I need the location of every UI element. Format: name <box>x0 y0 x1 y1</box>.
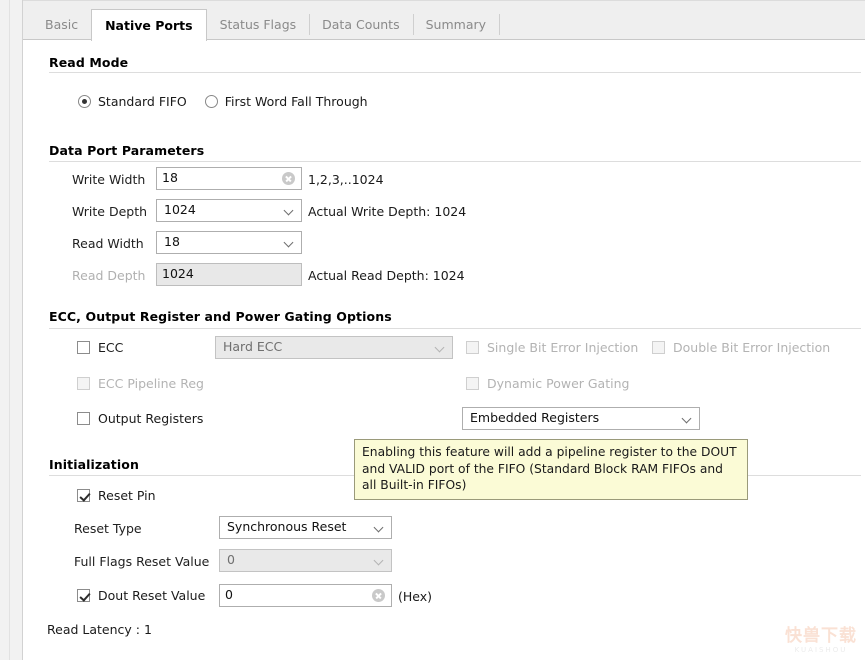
select-output-register-type[interactable]: Embedded Registers <box>462 407 700 430</box>
section-title-ecc-options: ECC, Output Register and Power Gating Op… <box>49 309 392 324</box>
tab-label: Status Flags <box>220 17 297 32</box>
tooltip-output-registers: Enabling this feature will add a pipelin… <box>354 439 748 500</box>
checkbox-row-dout-reset-value[interactable]: Dout Reset Value <box>77 588 205 603</box>
section-title-read-mode: Read Mode <box>49 55 128 70</box>
tab-label: Summary <box>426 17 486 32</box>
checkbox-dynamic-power-gating <box>466 377 479 390</box>
select-value: 1024 <box>164 204 284 217</box>
select-value: 0 <box>227 554 374 567</box>
input-dout-reset-value[interactable]: 0 <box>219 584 392 607</box>
checkbox-label: Output Registers <box>98 411 203 426</box>
watermark-subtext: KUAISHOU <box>785 646 857 654</box>
checkbox-row-double-bit-error-injection: Double Bit Error Injection <box>652 340 830 355</box>
chevron-down-icon <box>374 555 385 566</box>
tab-label: Native Ports <box>105 18 192 33</box>
label-full-flags-reset-value: Full Flags Reset Value <box>74 554 209 569</box>
label-write-depth: Write Depth <box>72 204 147 219</box>
radio-label: First Word Fall Through <box>225 94 368 109</box>
watermark-text: 快兽下载 <box>785 626 857 646</box>
checkbox-label: Double Bit Error Injection <box>673 340 830 355</box>
chevron-down-icon <box>682 413 693 424</box>
checkbox-reset-pin[interactable] <box>77 489 90 502</box>
tab-strip: Basic Native Ports Status Flags Data Cou… <box>32 9 500 40</box>
label-write-width: Write Width <box>72 172 145 187</box>
section-title-data-port-parameters: Data Port Parameters <box>49 143 204 158</box>
tab-label: Data Counts <box>322 17 399 32</box>
checkbox-label: Dout Reset Value <box>98 588 205 603</box>
select-value: Synchronous Reset <box>227 521 374 534</box>
tab-label: Basic <box>45 17 78 32</box>
checkbox-label: ECC Pipeline Reg <box>98 376 204 391</box>
checkbox-dout-reset-value[interactable] <box>77 589 90 602</box>
radio-option-standard-fifo[interactable]: Standard FIFO <box>78 94 187 109</box>
input-value: 1024 <box>162 268 297 281</box>
dialog-root: Basic Native Ports Status Flags Data Cou… <box>0 0 865 660</box>
tab-summary[interactable]: Summary <box>413 9 499 40</box>
checkbox-label: ECC <box>98 340 123 355</box>
checkbox-row-single-bit-error-injection: Single Bit Error Injection <box>466 340 638 355</box>
read-latency-text: Read Latency : 1 <box>47 622 152 637</box>
chevron-down-icon <box>284 237 295 248</box>
checkbox-label: Reset Pin <box>98 488 156 503</box>
radio-icon-first-word-fall-through[interactable] <box>205 95 218 108</box>
tab-status-flags[interactable]: Status Flags <box>207 9 310 40</box>
select-value: 18 <box>164 236 284 249</box>
checkbox-row-ecc[interactable]: ECC <box>77 340 123 355</box>
native-ports-panel: Read Mode Standard FIFO First Word Fall … <box>23 40 865 660</box>
input-value: 0 <box>225 589 372 602</box>
label-read-depth: Read Depth <box>72 268 145 283</box>
radio-icon-standard-fifo[interactable] <box>78 95 91 108</box>
chevron-down-icon <box>435 342 446 353</box>
checkbox-output-registers[interactable] <box>77 412 90 425</box>
checkbox-label: Dynamic Power Gating <box>487 376 629 391</box>
chevron-down-icon <box>284 205 295 216</box>
input-write-width[interactable]: 18 <box>156 167 302 190</box>
label-reset-type: Reset Type <box>74 521 142 536</box>
input-read-depth: 1024 <box>156 263 302 286</box>
gutter-divider <box>9 0 10 660</box>
radio-option-first-word-fall-through[interactable]: First Word Fall Through <box>205 94 368 109</box>
select-read-width[interactable]: 18 <box>156 231 302 254</box>
radio-label: Standard FIFO <box>98 94 187 109</box>
tab-bar-top-border <box>23 0 865 1</box>
select-full-flags-reset-value[interactable]: 0 <box>219 549 392 572</box>
clear-icon[interactable] <box>372 589 385 602</box>
hint-dout-reset-value-unit: (Hex) <box>398 589 432 604</box>
section-rule-ecc <box>49 328 861 329</box>
select-ecc-mode[interactable]: Hard ECC <box>215 336 453 359</box>
tab-strip-end-divider <box>499 14 500 35</box>
label-read-width: Read Width <box>72 236 144 251</box>
select-value: Hard ECC <box>223 341 435 354</box>
hint-write-depth: Actual Write Depth: 1024 <box>308 204 466 219</box>
checkbox-ecc[interactable] <box>77 341 90 354</box>
watermark: 快兽下载 KUAISHOU <box>785 621 857 654</box>
select-write-depth[interactable]: 1024 <box>156 199 302 222</box>
select-value: Embedded Registers <box>470 412 682 425</box>
section-title-initialization: Initialization <box>49 457 139 472</box>
hint-write-width: 1,2,3,..1024 <box>308 172 384 187</box>
tab-data-counts[interactable]: Data Counts <box>309 9 412 40</box>
tab-bar: Basic Native Ports Status Flags Data Cou… <box>23 0 865 40</box>
tab-native-ports[interactable]: Native Ports <box>91 9 206 41</box>
input-value: 18 <box>162 172 282 185</box>
section-rule-data-port <box>49 161 861 162</box>
checkbox-double-bit-error-injection <box>652 341 665 354</box>
checkbox-row-reset-pin[interactable]: Reset Pin <box>77 488 156 503</box>
checkbox-row-output-registers[interactable]: Output Registers <box>77 411 203 426</box>
read-mode-radio-group: Standard FIFO First Word Fall Through <box>78 94 386 109</box>
hint-read-depth: Actual Read Depth: 1024 <box>308 268 465 283</box>
left-gutter <box>0 0 23 660</box>
checkbox-label: Single Bit Error Injection <box>487 340 638 355</box>
checkbox-row-dynamic-power-gating: Dynamic Power Gating <box>466 376 629 391</box>
checkbox-single-bit-error-injection <box>466 341 479 354</box>
section-rule-read-mode <box>49 72 861 73</box>
checkbox-row-ecc-pipeline-reg: ECC Pipeline Reg <box>77 376 204 391</box>
clear-icon[interactable] <box>282 172 295 185</box>
tab-basic[interactable]: Basic <box>32 9 91 40</box>
chevron-down-icon <box>374 522 385 533</box>
select-reset-type[interactable]: Synchronous Reset <box>219 516 392 539</box>
checkbox-ecc-pipeline-reg <box>77 377 90 390</box>
